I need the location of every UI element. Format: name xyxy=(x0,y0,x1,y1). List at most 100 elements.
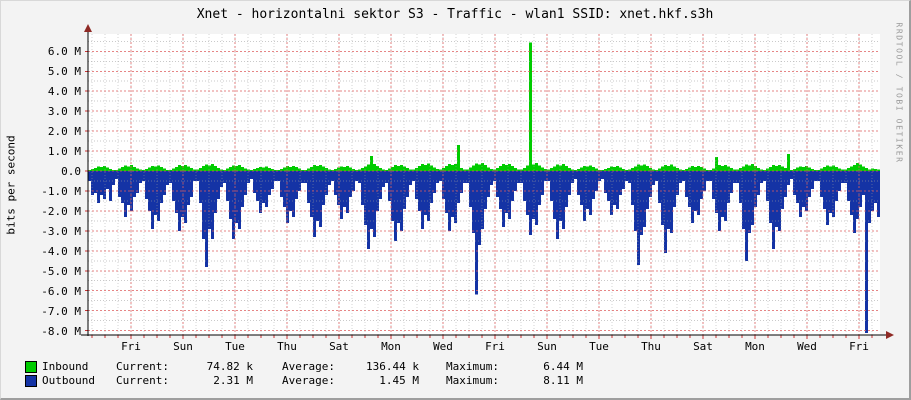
inbound-bar xyxy=(613,167,616,171)
y-axis-tick-label: -4.0 M xyxy=(41,244,81,258)
outbound-bar xyxy=(367,171,370,249)
outbound-bar xyxy=(721,171,724,217)
inbound-bar xyxy=(154,166,157,171)
outbound-bar xyxy=(622,171,625,189)
x-axis-tick-label: Sun xyxy=(537,340,557,353)
outbound-bar xyxy=(715,171,718,213)
inbound-bar xyxy=(202,166,205,171)
current-value: 2.31 M xyxy=(213,374,253,387)
outbound-bar xyxy=(592,171,595,199)
inbound-bar xyxy=(691,166,694,171)
outbound-bar xyxy=(424,171,427,215)
outbound-bar xyxy=(751,171,754,225)
outbound-bar xyxy=(127,171,130,205)
inbound-bar xyxy=(319,164,322,171)
inbound-bar xyxy=(394,165,397,171)
outbound-bar xyxy=(256,171,259,201)
inbound-bar xyxy=(310,166,313,171)
outbound-bar xyxy=(808,171,811,197)
inbound-bar xyxy=(340,166,343,171)
x-axis-tick-label: Fri xyxy=(121,340,141,353)
inbound-bar xyxy=(346,166,349,171)
outbound-bar xyxy=(238,171,241,229)
inbound-bar xyxy=(727,166,730,171)
outbound-bar xyxy=(307,171,310,203)
inbound-bar xyxy=(499,166,502,171)
outbound-bar xyxy=(586,171,589,209)
outbound-bar xyxy=(535,171,538,225)
outbound-bar xyxy=(382,171,385,187)
legend-row-inbound: Inbound Current: 74.82 k Average: 136.44… xyxy=(25,360,583,374)
average-label: Average: xyxy=(282,360,335,373)
outbound-bar xyxy=(472,171,475,233)
outbound-bar xyxy=(823,171,826,209)
outbound-bar xyxy=(379,171,382,199)
inbound-bar xyxy=(742,166,745,171)
inbound-bar xyxy=(160,167,163,171)
outbound-bar xyxy=(97,171,100,203)
inbound-bar xyxy=(106,167,109,171)
outbound-bar xyxy=(319,171,322,227)
outbound-bar xyxy=(199,171,202,203)
y-axis-title: bits per second xyxy=(4,135,18,235)
inbound-bar xyxy=(787,154,790,171)
inbound-bar xyxy=(580,167,583,171)
outbound-bar xyxy=(340,171,343,219)
outbound-bar xyxy=(250,171,253,179)
legend-series-label: Outbound xyxy=(42,374,95,387)
outbound-bar xyxy=(409,171,412,185)
outbound-bar xyxy=(397,171,400,223)
inbound-bar xyxy=(670,164,673,171)
inbound-bar xyxy=(370,156,373,171)
inbound-bar xyxy=(289,166,292,171)
inbound-bar xyxy=(511,165,514,171)
outbound-bar xyxy=(658,171,661,203)
outbound-bar xyxy=(604,171,607,193)
inbound-bar xyxy=(778,164,781,171)
inbound-bar xyxy=(643,164,646,171)
outbound-bar xyxy=(565,171,568,207)
outbound-bar xyxy=(538,171,541,205)
outbound-bar xyxy=(343,171,346,207)
outbound-bar xyxy=(589,171,592,215)
inbound-bar xyxy=(400,164,403,171)
inbound-bar xyxy=(343,167,346,171)
inbound-bar xyxy=(796,167,799,171)
inbound-bar xyxy=(448,164,451,171)
outbound-bar xyxy=(271,171,274,189)
outbound-bar xyxy=(172,171,175,201)
inbound-bar xyxy=(667,165,670,171)
outbound-bar xyxy=(412,171,415,181)
outbound-bar xyxy=(580,171,583,205)
outbound-bar xyxy=(229,171,232,219)
inbound-bar xyxy=(151,166,154,171)
y-axis-tick-label: -8.0 M xyxy=(41,324,81,338)
outbound-bar xyxy=(826,171,829,225)
outbound-bar xyxy=(175,171,178,213)
outbound-bar xyxy=(697,171,700,215)
y-axis-tick-label: 6.0 M xyxy=(47,45,81,59)
outbound-bar xyxy=(724,171,727,221)
inbound-bar xyxy=(532,164,535,171)
average-label: Average: xyxy=(282,374,335,387)
outbound-bar xyxy=(451,171,454,217)
inbound-bar xyxy=(238,165,241,171)
outbound-bar xyxy=(106,171,109,189)
outbound-bar xyxy=(706,171,709,181)
maximum-value: 8.11 M xyxy=(543,374,583,387)
outbound-bar xyxy=(253,171,256,193)
inbound-bar xyxy=(826,165,829,171)
inbound-bar xyxy=(835,167,838,171)
inbound-bar xyxy=(694,166,697,171)
inbound-bar xyxy=(178,165,181,171)
inbound-bar xyxy=(265,166,268,171)
outbound-bar xyxy=(190,171,193,197)
outbound-bar xyxy=(241,171,244,207)
inbound-bar xyxy=(640,165,643,171)
inbound-bar xyxy=(364,166,367,171)
outbound-bar xyxy=(124,171,127,217)
inbound-bar xyxy=(535,163,538,171)
inbound-bar xyxy=(829,166,832,171)
outbound-bar xyxy=(775,171,778,227)
inbound-bar xyxy=(808,167,811,171)
